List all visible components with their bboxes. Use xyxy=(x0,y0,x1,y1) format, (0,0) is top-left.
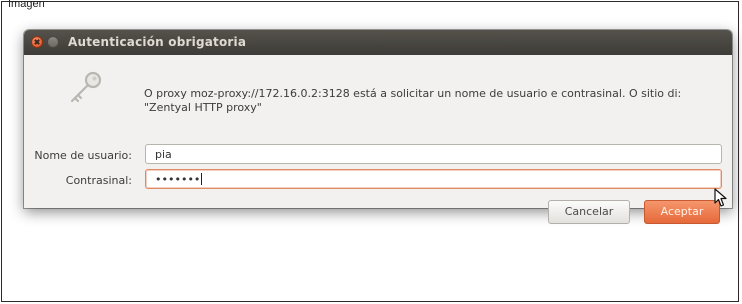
close-icon[interactable] xyxy=(31,36,43,48)
minimize-icon[interactable] xyxy=(47,36,59,48)
mouse-pointer-icon xyxy=(714,188,727,207)
dialog-title: Autenticación obrigatoria xyxy=(68,35,247,49)
cancel-button[interactable]: Cancelar xyxy=(548,200,630,224)
auth-message: O proxy moz-proxy://172.16.0.2:3128 está… xyxy=(144,87,682,114)
password-label: Contrasinal: xyxy=(65,174,132,187)
password-field[interactable]: ••••••• xyxy=(145,169,722,189)
key-icon xyxy=(70,71,102,103)
dialog-titlebar[interactable]: Autenticación obrigatoria xyxy=(24,30,732,55)
username-value: pia xyxy=(155,148,172,161)
username-field[interactable]: pia xyxy=(145,144,722,164)
auth-dialog: Autenticación obrigatoria O proxy moz-pr… xyxy=(24,30,732,224)
screenshot-frame: Imagen Autenticación obrigatoria O proxy… xyxy=(1,0,739,302)
corner-caption: Imagen xyxy=(8,0,45,10)
accept-button[interactable]: Aceptar xyxy=(644,200,720,224)
username-label: Nome de usuario: xyxy=(34,149,132,162)
text-caret xyxy=(201,173,203,185)
password-value: ••••••• xyxy=(155,173,201,186)
